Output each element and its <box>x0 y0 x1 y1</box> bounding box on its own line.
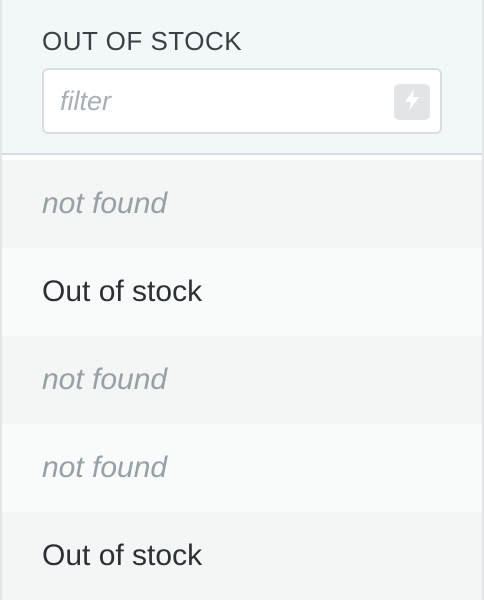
column-rows: not found Out of stock not found not fou… <box>2 160 482 600</box>
column-header: OUT OF STOCK <box>2 0 482 155</box>
table-row[interactable]: not found <box>2 424 482 512</box>
filter-field[interactable] <box>42 68 442 134</box>
cell-out-of-stock: Out of stock <box>42 539 203 572</box>
filter-input[interactable] <box>60 70 380 132</box>
quick-filter-button[interactable] <box>394 84 430 120</box>
cell-out-of-stock: Out of stock <box>42 275 203 308</box>
cell-not-found: not found <box>42 451 168 484</box>
table-row[interactable]: not found <box>2 336 482 424</box>
cell-not-found: not found <box>42 363 168 396</box>
out-of-stock-column: OUT OF STOCK not found Out of stock not … <box>0 0 484 600</box>
cell-not-found: not found <box>42 187 168 220</box>
table-row[interactable]: not found <box>2 160 482 248</box>
lightning-bolt-icon <box>402 88 422 117</box>
table-row[interactable]: Out of stock <box>2 512 482 600</box>
column-title[interactable]: OUT OF STOCK <box>42 26 242 57</box>
table-row[interactable]: Out of stock <box>2 248 482 336</box>
